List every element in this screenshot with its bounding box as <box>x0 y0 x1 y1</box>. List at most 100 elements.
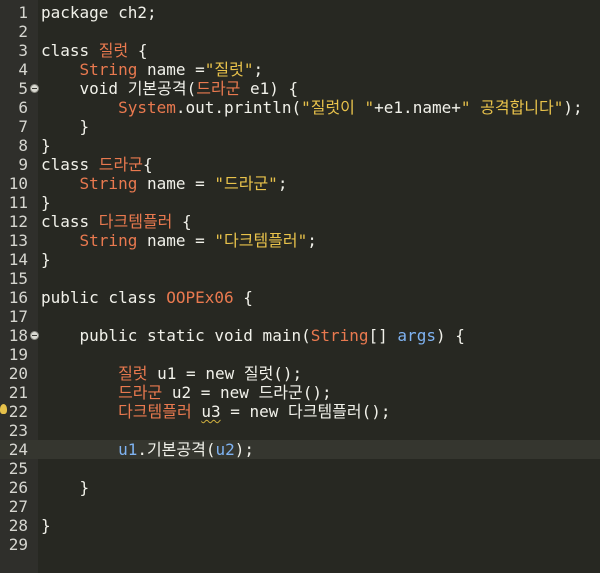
code-token: [] <box>368 326 398 345</box>
code-token: } <box>41 117 90 136</box>
code-token: "질럿" <box>204 60 254 79</box>
code-token: "다크템플러" <box>214 231 308 250</box>
code-text: u1.기본공격(u2); <box>41 440 254 459</box>
code-token: String <box>41 174 138 193</box>
code-text: class 다크템플러 { <box>41 212 192 231</box>
code-token: 드라군(); <box>258 383 332 402</box>
code-token: u1 = new <box>147 364 244 383</box>
code-line[interactable]: 2 <box>0 22 600 41</box>
code-token: class <box>41 41 99 60</box>
line-number: 18 <box>8 326 28 345</box>
warning-lightbulb-icon[interactable] <box>0 404 7 414</box>
line-number: 15 <box>8 269 28 288</box>
line-number: 11 <box>8 193 28 212</box>
code-token: u1 <box>41 440 138 459</box>
code-token: String <box>41 60 138 79</box>
code-text: } <box>41 478 90 497</box>
code-text: } <box>41 250 51 269</box>
code-line[interactable]: 27 <box>0 497 600 516</box>
code-line[interactable]: 25 <box>0 459 600 478</box>
line-number: 4 <box>18 60 28 79</box>
line-number: 16 <box>8 288 28 307</box>
code-line[interactable]: 9 class 드라군{ <box>0 155 600 174</box>
fold-toggle-icon[interactable] <box>30 84 39 93</box>
code-token: { <box>128 41 148 60</box>
code-line[interactable]: 16 public class OOPEx06 { <box>0 288 600 307</box>
line-number: 3 <box>18 41 28 60</box>
line-number: 19 <box>8 345 28 364</box>
code-token: } <box>41 478 90 497</box>
code-line[interactable]: 6 System.out.println("질럿이 "+e1.name+" 공격… <box>0 98 600 117</box>
code-line[interactable]: 23 <box>0 421 600 440</box>
code-text: System.out.println("질럿이 "+e1.name+" 공격합니… <box>41 98 583 117</box>
code-token: } <box>41 193 51 212</box>
line-number: 1 <box>18 3 28 22</box>
code-token: public static void main( <box>41 326 311 345</box>
code-text: 다크템플러 u3 = new 다크템플러(); <box>41 402 391 421</box>
line-number: 28 <box>8 516 28 535</box>
code-token: "질럿이 " <box>301 98 375 117</box>
code-token: name = <box>137 174 215 193</box>
code-line[interactable]: 11} <box>0 193 600 212</box>
code-line[interactable]: 5 void 기본공격(드라군 e1) { <box>0 79 600 98</box>
line-number: 9 <box>18 155 28 174</box>
code-token: .기본공격( <box>137 440 216 459</box>
code-token: 질럿(); <box>243 364 303 383</box>
code-line[interactable]: 7 } <box>0 117 600 136</box>
code-line[interactable]: 10 String name = "드라군"; <box>0 174 600 193</box>
code-text: public static void main(String[] args) { <box>41 326 465 345</box>
line-number: 25 <box>8 459 28 478</box>
code-token: = new <box>220 402 289 421</box>
line-number: 21 <box>8 383 28 402</box>
code-line[interactable]: 24 u1.기본공격(u2); <box>0 440 600 459</box>
code-line[interactable]: 13 String name = "다크템플러"; <box>0 231 600 250</box>
code-line[interactable]: 15 <box>0 269 600 288</box>
code-line[interactable]: 21 드라군 u2 = new 드라군(); <box>0 383 600 402</box>
code-token: 다크템플러(); <box>288 402 391 421</box>
code-line[interactable]: 18 public static void main(String[] args… <box>0 326 600 345</box>
code-line[interactable]: 12 class 다크템플러 { <box>0 212 600 231</box>
code-line[interactable]: 3 class 질럿 { <box>0 41 600 60</box>
code-token: class <box>41 155 99 174</box>
code-token: u2 = new <box>162 383 259 402</box>
line-number: 6 <box>18 98 28 117</box>
code-editor[interactable]: 1 package ch2; 2 3 class 질럿 {4 String name =… <box>0 0 600 573</box>
code-token: " 공격합니다" <box>460 98 564 117</box>
line-number: 23 <box>8 421 28 440</box>
code-text: } <box>41 117 90 136</box>
code-token: class <box>41 212 99 231</box>
line-number: 17 <box>8 307 28 326</box>
line-number: 20 <box>8 364 28 383</box>
code-token: public class <box>41 288 167 307</box>
code-text: } <box>41 193 51 212</box>
line-number: 24 <box>8 440 28 459</box>
code-line[interactable]: 29 <box>0 535 600 554</box>
code-line[interactable]: 14} <box>0 250 600 269</box>
code-line[interactable]: 22 다크템플러 u3 = new 다크템플러(); <box>0 402 600 421</box>
code-line[interactable]: 4 String name ="질럿"; <box>0 60 600 79</box>
code-line[interactable]: 17 <box>0 307 600 326</box>
fold-toggle-icon[interactable] <box>30 331 39 340</box>
code-token: ) { <box>435 326 465 345</box>
code-line[interactable]: 26 } <box>0 478 600 497</box>
code-token: String <box>41 231 138 250</box>
line-number: 12 <box>8 212 28 231</box>
code-line[interactable]: 28} <box>0 516 600 535</box>
code-token: 다크템플러 <box>98 212 173 231</box>
code-line[interactable]: 8} <box>0 136 600 155</box>
code-text: class 드라군{ <box>41 155 153 174</box>
code-line[interactable]: 19 <box>0 345 600 364</box>
line-number: 14 <box>8 250 28 269</box>
code-token: name = <box>137 60 205 79</box>
code-token: { <box>142 155 153 174</box>
code-token: String <box>310 326 369 345</box>
code-token: u2 <box>215 440 235 459</box>
code-token: 드라군 <box>196 79 241 98</box>
code-line[interactable]: 20 질럿 u1 = new 질럿(); <box>0 364 600 383</box>
code-token: OOPEx06 <box>166 288 234 307</box>
code-line[interactable]: 1 package ch2; <box>0 3 600 22</box>
code-token: 드라군 <box>41 383 163 402</box>
code-token: ; <box>253 60 264 79</box>
code-text: class 질럿 { <box>41 41 148 60</box>
